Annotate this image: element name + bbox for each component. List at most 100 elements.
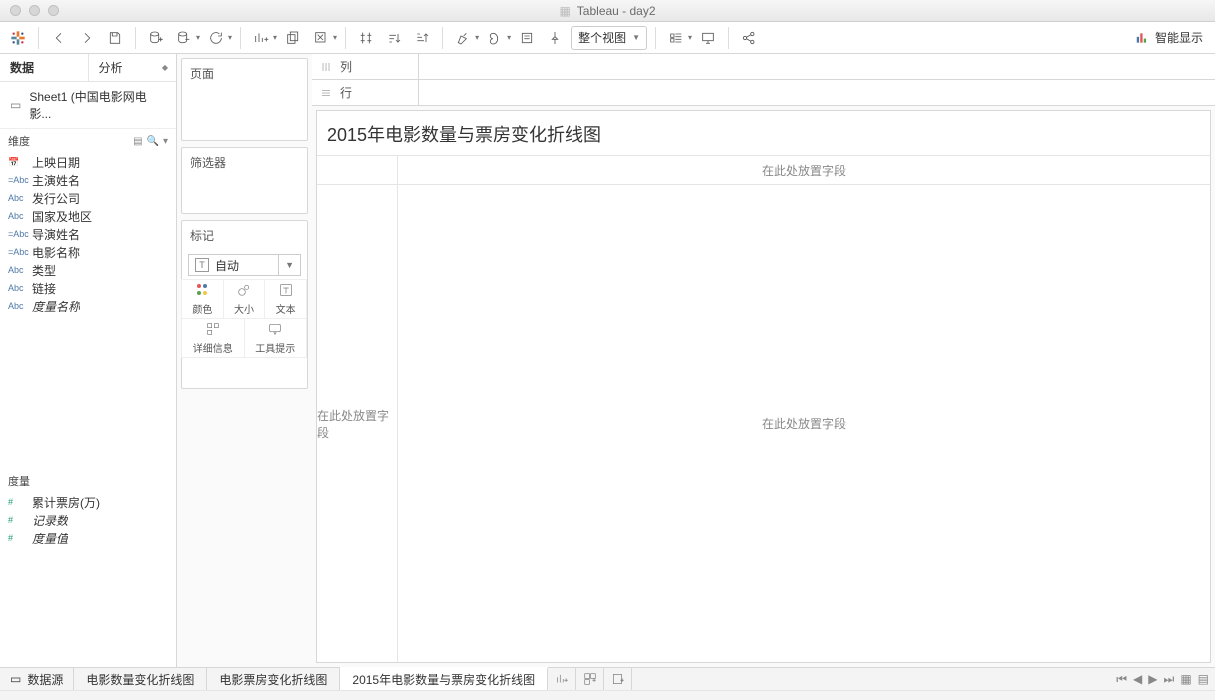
dimension-field[interactable]: Abc发行公司: [0, 189, 176, 207]
rows-shelf-label: 行: [340, 84, 352, 101]
window-titlebar: ▦ Tableau - day2: [0, 0, 1215, 22]
filters-card[interactable]: 筛选器: [181, 147, 308, 214]
marks-type-dropdown[interactable]: T 自动 ▼: [188, 254, 301, 276]
calc-string-icon: =Abc: [8, 229, 26, 239]
duplicate-sheet-button[interactable]: [281, 26, 305, 50]
text-icon: [278, 282, 294, 298]
sort-desc-button[interactable]: [410, 26, 434, 50]
measure-field[interactable]: #度量值: [0, 529, 176, 547]
new-worksheet-tab-button[interactable]: [548, 668, 576, 690]
last-sheet-button[interactable]: ⏭: [1164, 672, 1175, 687]
measures-header: 度量: [8, 473, 30, 489]
show-sheets-button[interactable]: ▤: [1198, 672, 1209, 686]
fields-menu-icon[interactable]: ▾: [163, 136, 168, 147]
cards-column: 页面 筛选器 标记 T 自动 ▼ 颜色 大小: [177, 54, 312, 667]
dimensions-header: 维度: [8, 133, 30, 149]
view-as-list-icon[interactable]: ▤: [133, 136, 142, 147]
viz-main-drop[interactable]: 在此处放置字段: [397, 184, 1210, 662]
date-icon: 📅: [8, 157, 26, 168]
sheet-tab[interactable]: 2015年电影数量与票房变化折线图: [340, 667, 548, 690]
sheet-title[interactable]: 2015年电影数量与票房变化折线图: [317, 111, 1210, 155]
highlight-button[interactable]: ▾: [451, 26, 479, 50]
number-icon: #: [8, 533, 26, 543]
mark-color-button[interactable]: 颜色: [181, 279, 224, 319]
datasource-tab-label: 数据源: [27, 671, 63, 688]
mark-tooltip-button[interactable]: 工具提示: [244, 318, 308, 358]
forward-button[interactable]: [75, 26, 99, 50]
columns-drop-zone[interactable]: [419, 54, 1215, 79]
sort-asc-button[interactable]: [382, 26, 406, 50]
dimension-field[interactable]: Abc类型: [0, 261, 176, 279]
tableau-logo-icon[interactable]: [6, 26, 30, 50]
new-story-tab-button[interactable]: [604, 668, 632, 690]
new-dashboard-tab-button[interactable]: [576, 668, 604, 690]
data-tab[interactable]: 数据: [0, 54, 89, 81]
new-worksheet-button[interactable]: ▾: [249, 26, 277, 50]
next-sheet-button[interactable]: ▶: [1148, 672, 1157, 686]
sheet-tab[interactable]: 电影数量变化折线图: [74, 668, 207, 690]
marks-card-title: 标记: [182, 221, 307, 250]
mark-detail-button[interactable]: 详细信息: [181, 318, 245, 358]
sheet-tab[interactable]: 电影票房变化折线图: [207, 668, 340, 690]
dimension-field[interactable]: Abc度量名称: [0, 297, 176, 315]
string-icon: Abc: [8, 301, 26, 311]
rows-icon: [320, 87, 332, 99]
measure-field[interactable]: #累计票房(万): [0, 493, 176, 511]
string-icon: Abc: [8, 211, 26, 221]
dimension-field[interactable]: =Abc主演姓名: [0, 171, 176, 189]
share-button[interactable]: [737, 26, 761, 50]
pin-button[interactable]: [543, 26, 567, 50]
fit-dropdown[interactable]: 整个视图 ▼: [571, 26, 647, 50]
detail-icon: [205, 321, 221, 337]
tableau-doc-icon: ▦: [559, 4, 570, 18]
pages-card[interactable]: 页面: [181, 58, 308, 141]
status-bar: [0, 690, 1215, 700]
mark-text-button[interactable]: 文本: [264, 279, 307, 319]
marks-type-label: 自动: [215, 257, 239, 274]
dimension-field[interactable]: Abc国家及地区: [0, 207, 176, 225]
presentation-mode-button[interactable]: [696, 26, 720, 50]
analytics-tab[interactable]: 分析◆: [89, 54, 177, 81]
dimension-field[interactable]: =Abc导演姓名: [0, 225, 176, 243]
zoom-window-button[interactable]: [48, 5, 59, 16]
tooltip-icon: [267, 321, 283, 337]
dimension-field[interactable]: =Abc电影名称: [0, 243, 176, 261]
measures-list: #累计票房(万) #记录数 #度量值: [0, 491, 176, 667]
mark-size-button[interactable]: 大小: [223, 279, 266, 319]
dimensions-list: 📅上映日期 =Abc主演姓名 Abc发行公司 Abc国家及地区 =Abc导演姓名…: [0, 151, 176, 317]
save-button[interactable]: [103, 26, 127, 50]
search-fields-icon[interactable]: 🔍: [147, 136, 159, 147]
rows-drop-zone[interactable]: [419, 80, 1215, 105]
viz-area[interactable]: 2015年电影数量与票房变化折线图 在此处放置字段 在此处放置字段 在此处放置字…: [316, 110, 1211, 663]
clear-sheet-button[interactable]: ▾: [309, 26, 337, 50]
refresh-button[interactable]: ▾: [204, 26, 232, 50]
group-button[interactable]: ▾: [483, 26, 511, 50]
viz-col-header-drop[interactable]: 在此处放置字段: [397, 156, 1210, 184]
close-window-button[interactable]: [10, 5, 21, 16]
sheet-nav-controls: ⏮ ◀ ▶ ⏭ ▦ ▤: [1110, 668, 1215, 690]
dimension-field[interactable]: 📅上映日期: [0, 153, 176, 171]
viz-row-header-drop[interactable]: 在此处放置字段: [317, 184, 397, 662]
columns-shelf[interactable]: 列: [312, 53, 1215, 80]
datasource-tab-icon: ▭: [10, 672, 21, 686]
show-labels-button[interactable]: [515, 26, 539, 50]
datasource-item[interactable]: ▭ Sheet1 (中国电影网电影...: [0, 82, 176, 129]
show-cards-button[interactable]: ▾: [664, 26, 692, 50]
first-sheet-button[interactable]: ⏮: [1116, 672, 1127, 687]
show-filmstrip-button[interactable]: ▦: [1180, 672, 1191, 686]
new-datasource-button[interactable]: [144, 26, 168, 50]
dimension-field[interactable]: Abc链接: [0, 279, 176, 297]
show-me-button[interactable]: 智能显示: [1129, 29, 1209, 46]
rows-shelf[interactable]: 行: [312, 79, 1215, 106]
back-button[interactable]: [47, 26, 71, 50]
swap-axes-button[interactable]: [354, 26, 378, 50]
measure-field[interactable]: #记录数: [0, 511, 176, 529]
prev-sheet-button[interactable]: ◀: [1133, 672, 1142, 686]
string-icon: Abc: [8, 265, 26, 275]
pause-updates-button[interactable]: ▾: [172, 26, 200, 50]
minimize-window-button[interactable]: [29, 5, 40, 16]
filters-card-title: 筛选器: [182, 148, 307, 177]
analytics-tab-menu-icon[interactable]: ◆: [162, 63, 168, 72]
datasource-tab[interactable]: ▭ 数据源: [0, 668, 74, 690]
worksheet-canvas: 列 行 2015年电影数量与票房变化折线图 在此处放置字段 在此处放置字段 在此…: [312, 54, 1215, 667]
